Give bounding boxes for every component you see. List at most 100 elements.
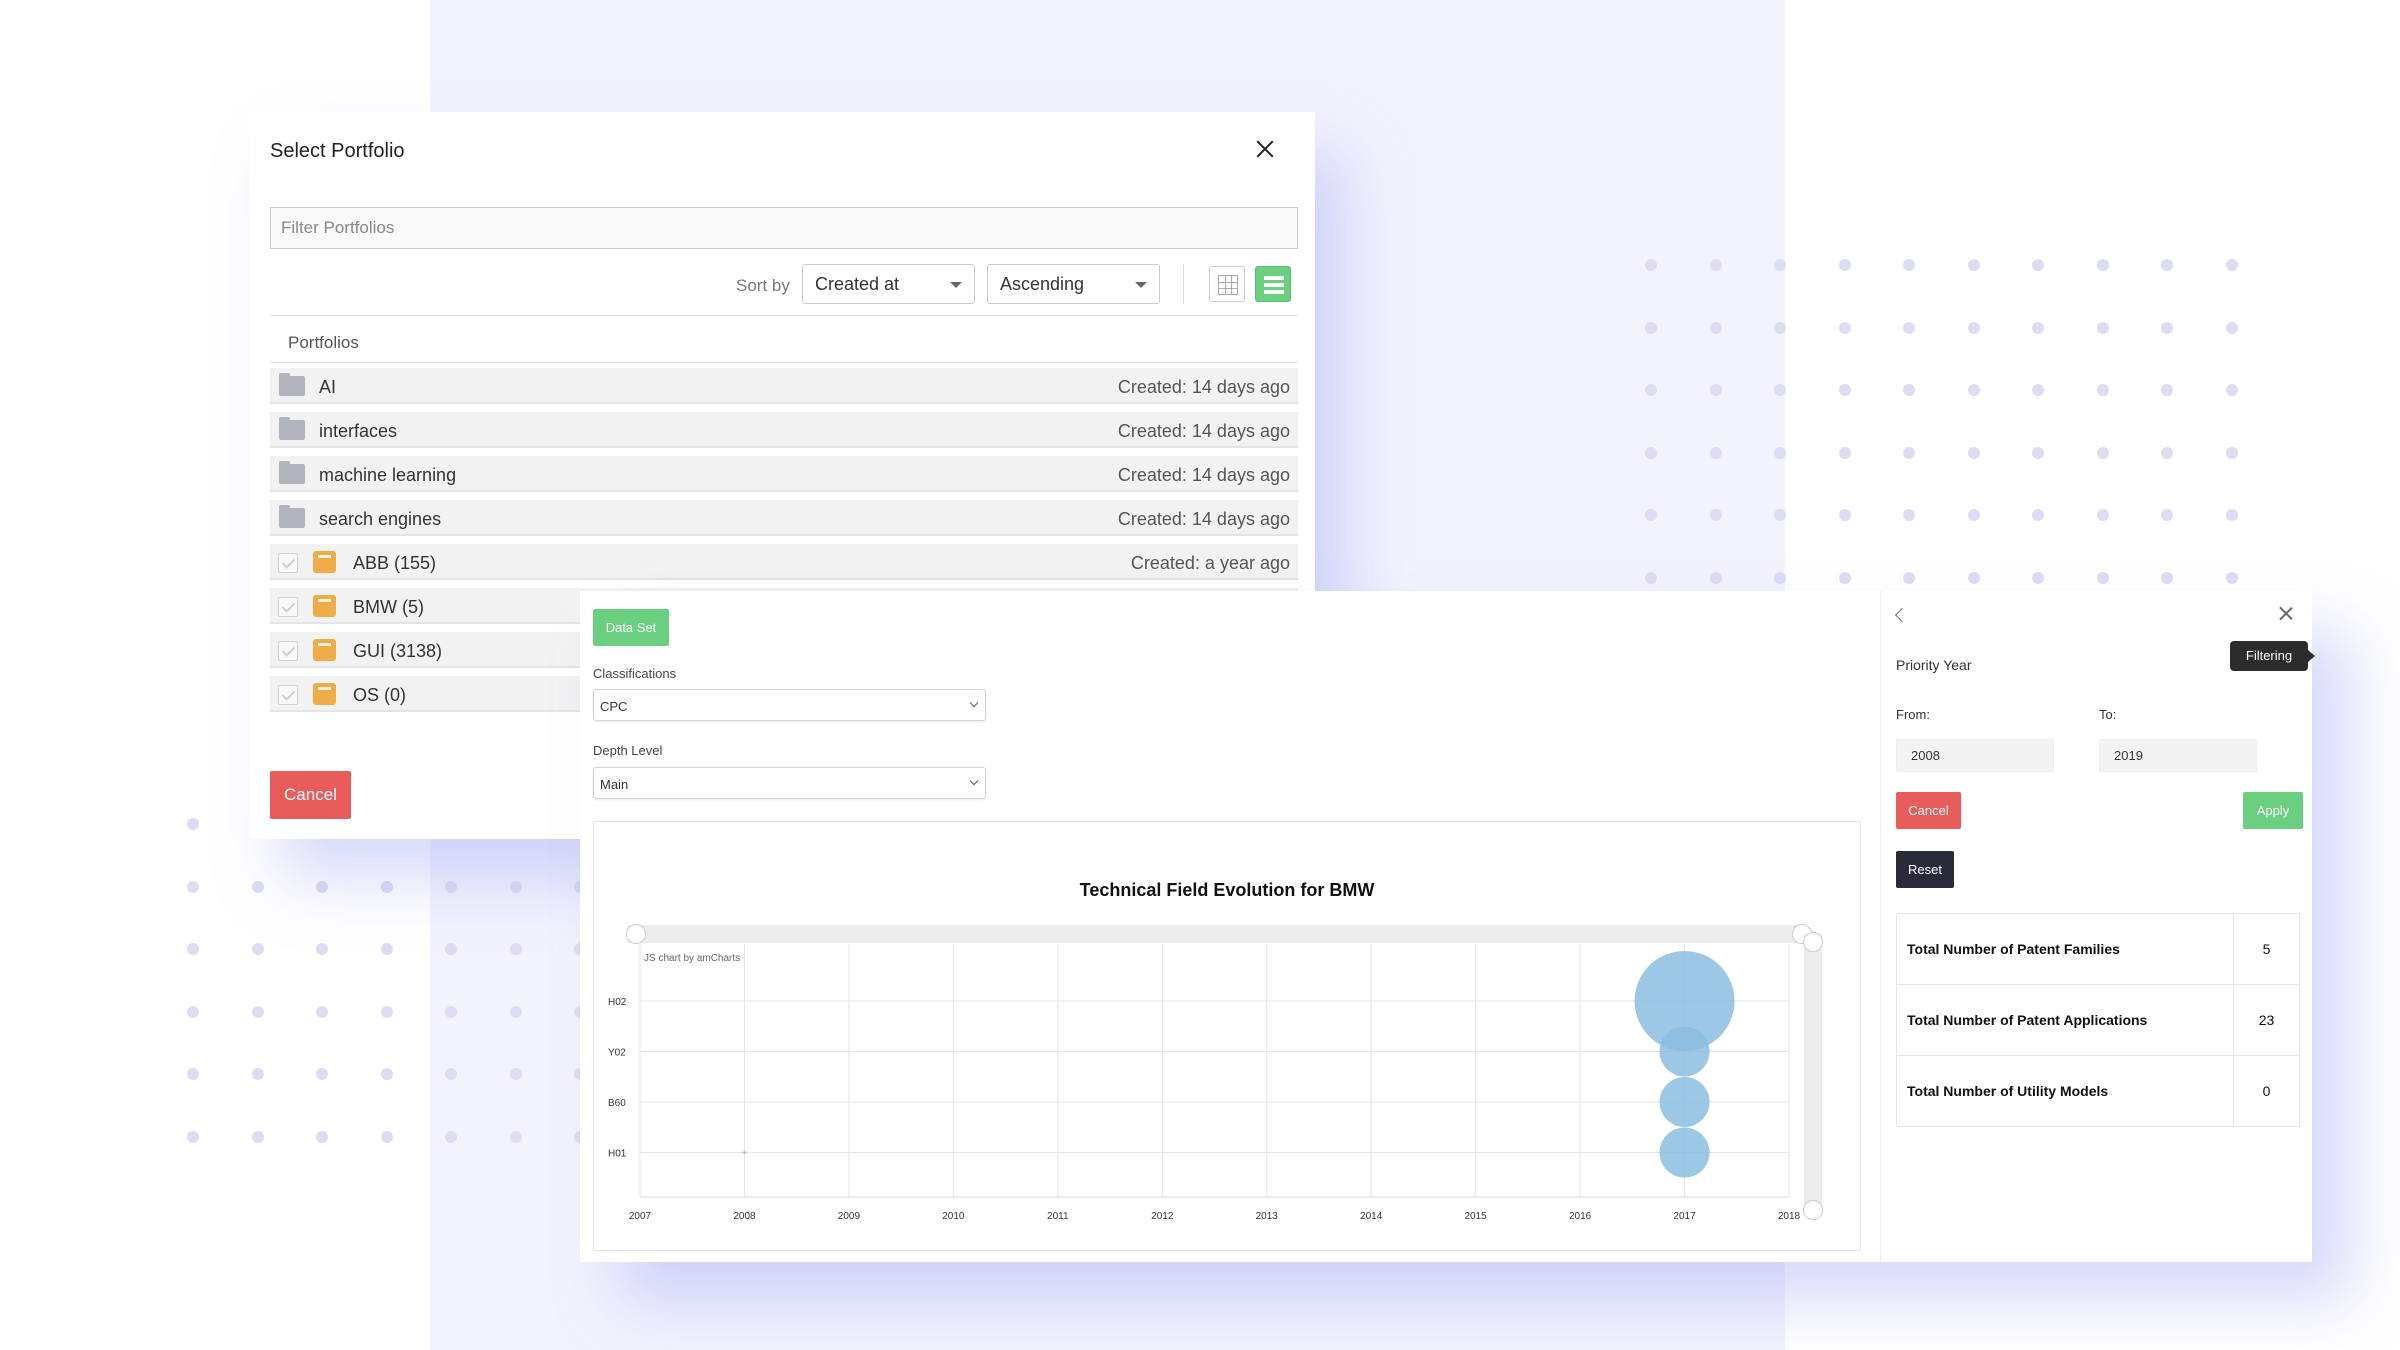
decor-dot <box>1645 446 1657 459</box>
decor-dot <box>509 1005 522 1018</box>
folder-icon <box>279 461 305 484</box>
decor-dot <box>2225 321 2238 334</box>
decor-dot <box>187 1068 199 1080</box>
x-tick-label: 2017 <box>1673 1211 1696 1222</box>
decor-dot <box>1774 259 1786 271</box>
decor-dot <box>2096 446 2109 459</box>
decor-dot <box>1645 384 1657 396</box>
decor-dot <box>187 818 199 830</box>
decor-dot <box>509 1130 522 1143</box>
depth-level-select[interactable]: Main <box>593 767 986 799</box>
table-row: Total Number of Patent Families 5 <box>1896 913 2300 985</box>
decor-dot <box>1645 509 1657 521</box>
folder-row[interactable]: interfaces Created: 14 days ago <box>270 412 1298 448</box>
folder-row[interactable]: AI Created: 14 days ago <box>270 368 1298 404</box>
decor-dot <box>445 880 457 893</box>
created-date: Created: 14 days ago <box>1117 377 1290 397</box>
close-icon[interactable] <box>1250 134 1280 164</box>
caret-down-icon <box>950 282 962 288</box>
decor-dot <box>251 1005 264 1018</box>
filtering-tooltip: Filtering <box>2230 641 2315 671</box>
portfolio-name: BMW (5) <box>353 597 424 617</box>
x-tick-label: 2009 <box>838 1211 861 1222</box>
classifications-select[interactable]: CPC <box>593 689 986 721</box>
portfolio-box-icon <box>313 683 336 705</box>
chart-area: Data Set Classifications CPC Depth Level… <box>580 591 1880 1262</box>
decor-dot <box>1838 384 1851 396</box>
chevron-left-icon[interactable] <box>1894 607 1910 623</box>
created-date: Created: 14 days ago <box>1117 509 1290 529</box>
decor-dot <box>1838 446 1851 459</box>
apply-filter-button[interactable]: Apply <box>2243 792 2303 829</box>
decor-dot <box>2032 259 2044 271</box>
toolbar-divider <box>1183 264 1184 304</box>
decor-dot <box>1838 571 1851 584</box>
decor-dot <box>187 943 199 955</box>
folder-row[interactable]: machine learning Created: 14 days ago <box>270 456 1298 492</box>
y-tick-label: H01 <box>608 1149 627 1160</box>
folder-name: AI <box>319 377 337 397</box>
grid-icon <box>1218 275 1238 295</box>
sort-order-value: Ascending <box>1000 274 1085 294</box>
chart-credit: JS chart by amCharts <box>644 953 741 964</box>
table-row: Total Number of Utility Models 0 <box>1896 1055 2300 1127</box>
data-set-button[interactable]: Data Set <box>593 609 669 646</box>
filter-sidebar: Priority Year Filtering From: To: 2008 2… <box>1880 591 2315 1262</box>
decor-dot <box>1709 321 1722 334</box>
folder-name: machine learning <box>319 465 457 485</box>
portfolio-checkbox[interactable] <box>278 597 298 617</box>
depth-level-label: Depth Level <box>593 743 663 758</box>
chevron-down-icon <box>969 698 979 708</box>
sort-field-select[interactable]: Created at <box>802 264 975 304</box>
close-icon[interactable] <box>2276 604 2296 624</box>
decor-dot <box>251 880 264 893</box>
filter-portfolios-input[interactable] <box>270 207 1298 249</box>
folder-row[interactable]: search engines Created: 14 days ago <box>270 500 1298 536</box>
decor-dot <box>2096 259 2109 271</box>
decor-dot <box>445 1130 457 1143</box>
to-year-input[interactable]: 2019 <box>2099 739 2257 772</box>
decor-dot <box>1645 259 1657 271</box>
table-row: Total Number of Patent Applications 23 <box>1896 984 2300 1056</box>
decor-dot <box>2225 259 2238 271</box>
decor-dot <box>1967 384 1980 396</box>
decor-dot <box>1967 259 1980 271</box>
decor-dot <box>509 1068 522 1080</box>
portfolio-checkbox[interactable] <box>278 685 298 705</box>
decor-dot <box>509 943 522 955</box>
from-year-input[interactable]: 2008 <box>1896 739 2054 772</box>
classifications-value: CPC <box>600 699 628 714</box>
portfolio-name: GUI (3138) <box>353 641 443 661</box>
decor-dot <box>251 1130 264 1143</box>
x-tick-label: 2018 <box>1778 1211 1801 1222</box>
decor-dot <box>445 1005 457 1018</box>
modal-title: Select Portfolio <box>270 140 405 162</box>
decor-dot <box>251 1068 264 1080</box>
decor-dot <box>187 1130 199 1143</box>
cancel-filter-button[interactable]: Cancel <box>1896 792 1961 829</box>
decor-dot <box>1903 321 1915 334</box>
reset-filter-button[interactable]: Reset <box>1896 851 1954 888</box>
x-tick-label: 2011 <box>1047 1211 1069 1222</box>
decor-dot <box>316 1068 328 1080</box>
sort-order-select[interactable]: Ascending <box>987 264 1160 304</box>
portfolio-row[interactable]: ABB (155) Created: a year ago <box>270 544 1298 580</box>
to-label: To: <box>2099 707 2117 722</box>
list-view-button[interactable] <box>1255 266 1291 302</box>
portfolio-checkbox[interactable] <box>278 641 298 661</box>
grid-view-button[interactable] <box>1209 266 1245 302</box>
decor-dot <box>445 1068 457 1080</box>
decor-dot <box>1774 384 1786 396</box>
decor-dot <box>2096 384 2109 396</box>
decor-dot <box>1967 571 1980 584</box>
portfolio-checkbox[interactable] <box>278 553 298 573</box>
x-tick-label: 2007 <box>629 1211 652 1222</box>
decor-dot <box>251 943 264 955</box>
decor-dot <box>2225 571 2238 584</box>
y-tick-label: Y02 <box>608 1048 626 1059</box>
decor-dot <box>1903 259 1915 271</box>
folder-icon <box>279 417 305 440</box>
decor-dot <box>187 1005 199 1018</box>
cancel-button[interactable]: Cancel <box>270 771 351 819</box>
decor-dot <box>1709 384 1722 396</box>
